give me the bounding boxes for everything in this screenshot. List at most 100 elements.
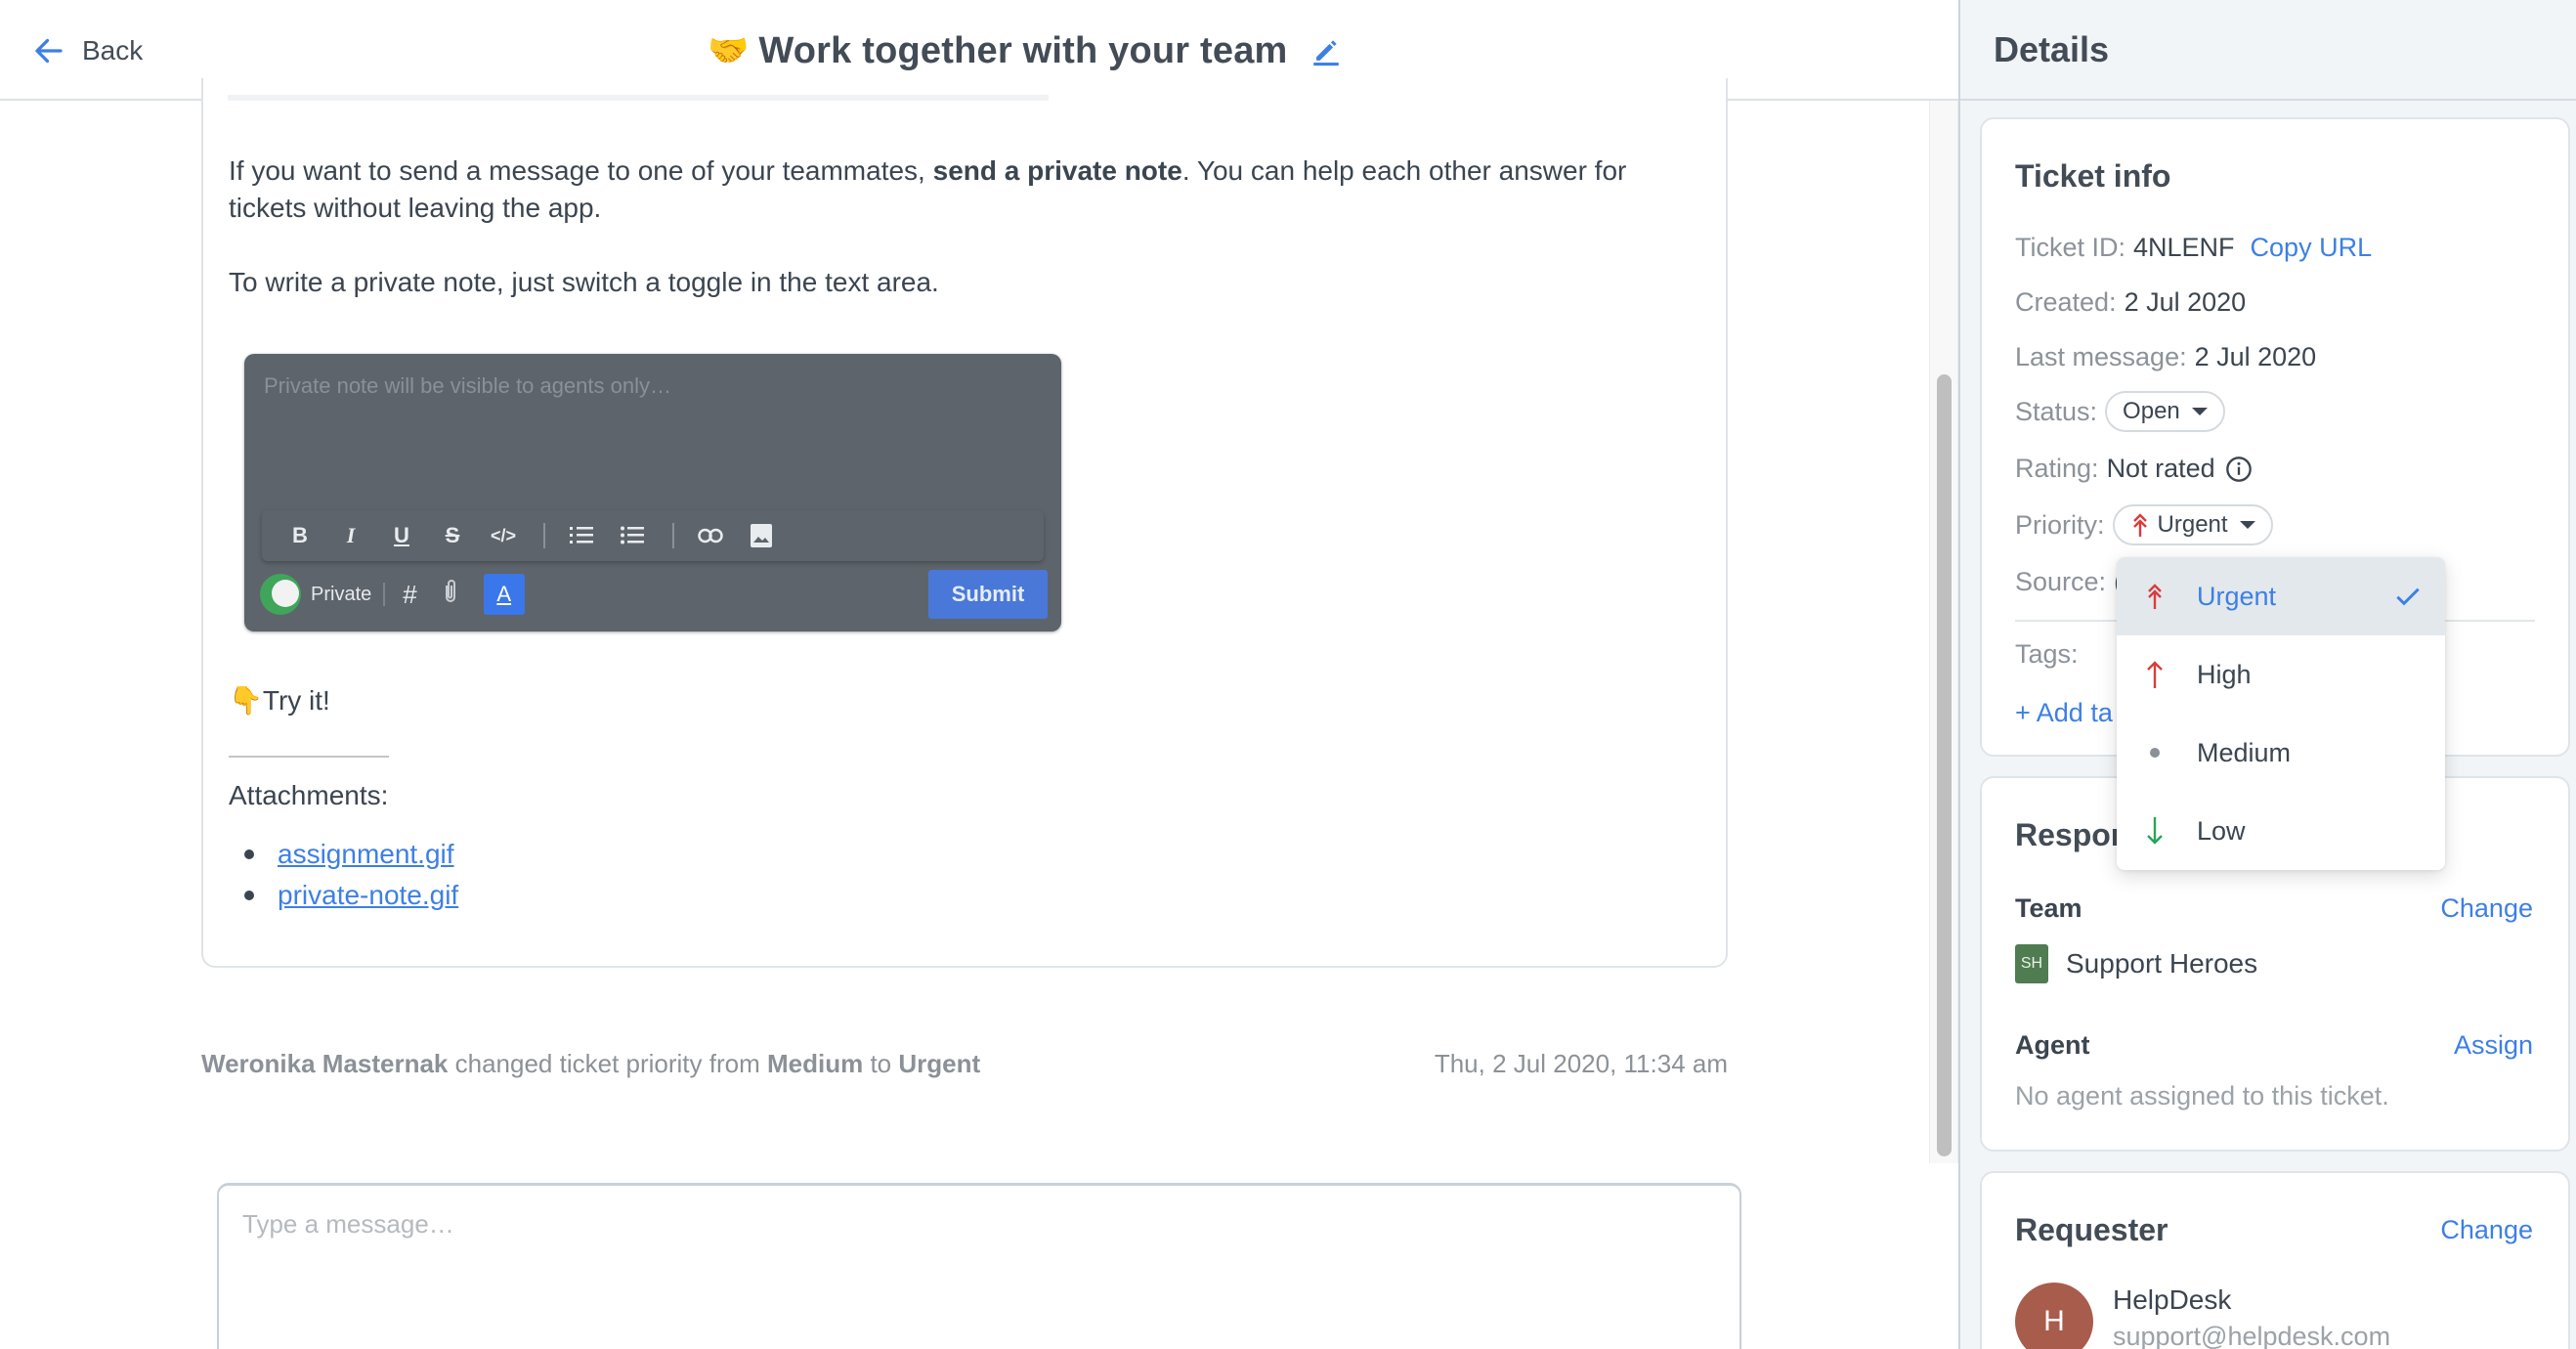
attachments-list: assignment.gif private-note.gif	[229, 834, 458, 916]
team-name: Support Heroes	[2066, 948, 2258, 979]
italic-icon: I	[346, 523, 356, 547]
activity-text: Weronika Masternak changed ticket priori…	[201, 1049, 981, 1078]
attachment-link[interactable]: private-note.gif	[278, 875, 458, 916]
bold-text: send a private note	[932, 155, 1182, 186]
double-arrow-up-icon	[2142, 582, 2168, 611]
handshake-icon: 🤝	[708, 32, 750, 69]
attachment-item: private-note.gif	[229, 875, 458, 916]
ticket-id: 4NLENF	[2133, 233, 2235, 262]
link-icon	[696, 521, 725, 550]
attachment-item: assignment.gif	[229, 834, 458, 875]
strikethrough-icon: S	[445, 523, 460, 547]
status-row: Status: Open	[2015, 391, 2225, 432]
bullet-list-icon	[618, 521, 647, 550]
demo-toolbar: B I U S </>	[262, 510, 1044, 561]
hashtag-icon: #	[403, 579, 417, 609]
main-scrollbar[interactable]	[1929, 101, 1958, 1163]
ticket-title: 🤝 Work together with your team	[708, 23, 1343, 78]
status-dropdown[interactable]: Open	[2105, 391, 2225, 432]
ticket-title-text: Work together with your team	[758, 29, 1288, 71]
copy-url-link[interactable]: Copy URL	[2251, 233, 2373, 263]
ticket-info-title: Ticket info	[2015, 158, 2171, 194]
responsibility-title: Respor	[2015, 817, 2124, 852]
priority-option-medium[interactable]: Medium	[2117, 714, 2445, 792]
image-icon	[747, 521, 776, 550]
requester-card: Requester Change H HelpDesk support@help…	[1980, 1171, 2570, 1349]
sidebar-header: Details	[1960, 0, 2576, 101]
bold-icon: B	[292, 523, 308, 547]
back-button[interactable]: Back	[31, 29, 143, 72]
private-toggle-icon	[260, 574, 301, 615]
message-paragraph-2: To write a private note, just switch a t…	[229, 267, 939, 297]
caret-down-icon	[2191, 408, 2208, 415]
last-message-row: Last message: 2 Jul 2020	[2015, 342, 2317, 371]
caret-down-icon	[2239, 521, 2255, 529]
try-it-text: 👇Try it!	[229, 685, 330, 716]
demo-footer: Private # A Submit	[260, 569, 1048, 620]
priority-dropdown-menu: Urgent High Medium Low	[2117, 557, 2445, 870]
checkmark-icon	[2396, 587, 2420, 606]
activity-actor: Weronika Masternak	[201, 1049, 449, 1078]
underline-icon: U	[394, 523, 409, 547]
agent-label: Agent	[2015, 1030, 2090, 1060]
ticket-id-row: Ticket ID: 4NLENF Copy URL	[2015, 233, 2373, 263]
message-input[interactable]	[242, 1209, 1708, 1346]
attachments-label: Attachments:	[229, 780, 389, 810]
add-tag-row: + Add ta	[2015, 698, 2113, 728]
activity-timestamp: Thu, 2 Jul 2020, 11:34 am	[1434, 1049, 1728, 1078]
team-badge: SH	[2015, 944, 2048, 983]
message-card: If you want to send a message to one of …	[201, 78, 1728, 968]
info-icon[interactable]	[2225, 456, 2253, 483]
priority-option-high[interactable]: High	[2117, 635, 2445, 714]
activity-event: Weronika Masternak changed ticket priori…	[201, 1049, 1728, 1079]
team-label: Team	[2015, 893, 2082, 923]
change-team-link[interactable]: Change	[2440, 893, 2533, 924]
rating-value: Not rated	[2106, 454, 2215, 483]
requester-entry: H HelpDesk support@helpdesk.com	[2015, 1283, 2533, 1349]
requester-name: HelpDesk	[2113, 1284, 2232, 1315]
private-note-demo-image: Private note will be visible to agents o…	[244, 354, 1061, 631]
created-row: Created: 2 Jul 2020	[2015, 287, 2247, 317]
scrollbar-thumb[interactable]	[1937, 374, 1952, 1156]
priority-row: Priority: Urgent	[2015, 504, 2273, 545]
requester-title: Requester	[2015, 1212, 2168, 1247]
text-format-icon: A	[483, 574, 525, 615]
created-date: 2 Jul 2020	[2124, 287, 2247, 317]
message-composer	[217, 1183, 1741, 1349]
team-entry: SH Support Heroes	[2015, 944, 2533, 983]
priority-option-urgent[interactable]: Urgent	[2117, 557, 2445, 635]
add-tag-link[interactable]: + Add ta	[2015, 698, 2113, 728]
sidebar-title: Details	[1994, 28, 2110, 69]
pointing-down-icon: 👇	[229, 685, 263, 716]
demo-divider	[383, 583, 386, 606]
demo-private-label: Private	[311, 583, 372, 605]
team-header: Team Change	[2015, 893, 2533, 924]
assign-agent-link[interactable]: Assign	[2454, 1030, 2533, 1061]
image-bottom-edge	[228, 95, 1049, 101]
dot-icon	[2142, 738, 2168, 767]
requester-header: Requester Change	[2015, 1212, 2533, 1248]
demo-submit-button: Submit	[928, 570, 1048, 619]
last-message-date: 2 Jul 2020	[2194, 342, 2317, 371]
code-icon: </>	[490, 525, 517, 545]
arrow-left-icon	[35, 38, 63, 64]
paperclip-icon	[443, 578, 458, 612]
rating-row: Rating: Not rated	[2015, 454, 2253, 484]
change-requester-link[interactable]: Change	[2440, 1215, 2533, 1245]
arrow-down-icon	[2142, 816, 2168, 846]
attachment-link[interactable]: assignment.gif	[278, 834, 454, 875]
pencil-edit-icon[interactable]	[1309, 34, 1343, 67]
requester-email: support@helpdesk.com	[2113, 1322, 2391, 1349]
agent-header: Agent Assign	[2015, 1030, 2533, 1061]
source-row: Source: (	[2015, 567, 2123, 596]
priority-option-low[interactable]: Low	[2117, 792, 2445, 870]
ordered-list-icon	[567, 521, 596, 550]
requester-avatar: H	[2015, 1283, 2093, 1349]
attachments-divider	[229, 756, 389, 758]
priority-dropdown-trigger[interactable]: Urgent	[2112, 504, 2273, 545]
toolbar-divider	[672, 523, 674, 548]
toolbar-divider	[543, 523, 545, 548]
back-label: Back	[82, 35, 144, 65]
agent-empty: No agent assigned to this ticket.	[2015, 1081, 2389, 1110]
tags-row: Tags:	[2015, 639, 2079, 669]
